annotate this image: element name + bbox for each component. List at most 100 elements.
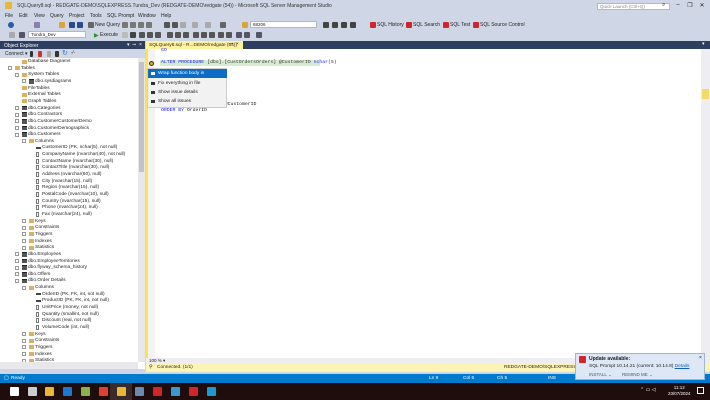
copy-icon[interactable]	[172, 22, 178, 28]
file-explorer-icon[interactable]	[45, 387, 54, 396]
quick-launch-input[interactable]: Quick Launch (Ctrl+Q)	[597, 3, 670, 10]
paste-icon[interactable]	[180, 22, 186, 28]
tree-scroll-thumb[interactable]	[139, 62, 144, 172]
menu-item-fix-everything[interactable]: Fix everything in file	[148, 79, 227, 88]
panel-options-icon[interactable]: ▾	[127, 42, 130, 48]
pin-icon[interactable]: ⊸	[132, 42, 136, 48]
menu-view[interactable]: View	[34, 13, 45, 19]
collapse-icon[interactable]	[15, 278, 19, 283]
uncomment-icon[interactable]	[209, 32, 215, 38]
menu-item-show-all-issues[interactable]: Show all issues	[148, 97, 227, 106]
execute-button[interactable]: Execute	[100, 32, 118, 38]
expand-icon[interactable]	[22, 245, 26, 250]
expand-icon[interactable]	[15, 106, 19, 111]
notification-close-icon[interactable]: ×	[699, 355, 702, 361]
tab-list-dropdown-icon[interactable]: ▾	[702, 41, 705, 47]
expand-icon[interactable]	[15, 126, 19, 130]
menu-window[interactable]: Window	[138, 13, 156, 19]
menu-project[interactable]: Project	[69, 13, 85, 19]
taskbar-clock[interactable]: 11:12 23/07/2024	[668, 385, 691, 397]
results-file-icon[interactable]	[193, 32, 199, 38]
tab-pin-icon[interactable]: ⊸	[229, 42, 233, 47]
expand-icon[interactable]	[22, 352, 26, 357]
tab-close-icon[interactable]: ×	[236, 42, 239, 47]
zoom-select[interactable]: 100 %	[149, 358, 162, 363]
specify-values-icon[interactable]	[236, 32, 242, 38]
expand-icon[interactable]	[22, 79, 26, 84]
sql-history-button[interactable]: SQL History	[377, 22, 404, 28]
sql-source-control-button[interactable]: SQL Source Control	[480, 22, 525, 28]
comment-icon[interactable]	[201, 32, 207, 38]
filter-icon[interactable]	[55, 51, 59, 57]
display-plan-icon[interactable]	[139, 32, 145, 38]
collapse-icon[interactable]	[15, 72, 19, 77]
indent-icon[interactable]	[226, 32, 232, 38]
options-icon[interactable]	[350, 22, 356, 28]
new-query-button[interactable]: New Query	[95, 22, 120, 28]
disconnect-icon[interactable]	[38, 51, 42, 57]
restore-button[interactable]: ❐	[685, 2, 695, 10]
expand-icon[interactable]	[22, 219, 26, 224]
expand-icon[interactable]	[22, 338, 26, 343]
wrench-icon[interactable]	[332, 22, 338, 28]
visual-studio-code-icon[interactable]	[63, 387, 72, 396]
new-project-icon[interactable]	[34, 22, 40, 28]
back-icon[interactable]	[8, 22, 14, 28]
open-file-icon[interactable]	[59, 22, 65, 28]
expand-icon[interactable]	[15, 272, 19, 277]
minimize-button[interactable]: –	[673, 2, 683, 10]
system-tray-icons[interactable]: ⌃ ▭ ◁	[640, 387, 656, 393]
cut-icon[interactable]	[164, 22, 170, 28]
solution-explorer-icon[interactable]	[220, 22, 226, 28]
menu-edit[interactable]: Edit	[19, 13, 28, 19]
undo-icon[interactable]	[192, 22, 198, 28]
new-query-icon[interactable]	[88, 22, 94, 28]
install-button[interactable]: INSTALL ⌄	[589, 372, 612, 378]
find-icon[interactable]	[242, 22, 248, 28]
close-button[interactable]: ✕	[697, 2, 707, 10]
expand-icon[interactable]	[22, 239, 26, 244]
collapse-icon[interactable]	[22, 285, 26, 290]
properties-icon[interactable]	[323, 22, 329, 28]
edge-icon[interactable]	[207, 387, 216, 396]
expand-icon[interactable]	[15, 265, 19, 270]
sql-editor[interactable]	[146, 49, 710, 358]
cancel-query-icon[interactable]	[122, 32, 128, 38]
ssms-icon[interactable]	[117, 387, 126, 396]
collapse-icon[interactable]	[22, 139, 26, 144]
remind-me-button[interactable]: REMIND ME ⌄	[622, 372, 653, 378]
menu-sql-prompt[interactable]: SQL Prompt	[107, 13, 134, 19]
more-tools-icon[interactable]	[256, 32, 262, 38]
query-mdx-icon[interactable]	[122, 22, 128, 28]
editor-vertical-scrollbar[interactable]	[701, 49, 710, 358]
remote-desktop-icon[interactable]	[171, 387, 180, 396]
query-xmla-icon[interactable]	[138, 22, 144, 28]
query-dmx-icon[interactable]	[130, 22, 136, 28]
lightbulb-icon[interactable]	[149, 61, 154, 66]
tree-horizontal-scrollbar[interactable]	[0, 362, 138, 369]
menu-query[interactable]: Query	[50, 13, 64, 19]
results-grid-icon[interactable]	[183, 32, 189, 38]
parse-icon[interactable]	[130, 32, 136, 38]
menu-help[interactable]: Help	[161, 13, 171, 19]
client-stats-icon[interactable]	[175, 32, 181, 38]
expand-icon[interactable]	[15, 119, 19, 124]
menu-item-wrap-begin-end[interactable]: Wrap function body in BEGIN/END	[148, 69, 227, 85]
toolbox-icon[interactable]	[341, 22, 347, 28]
menu-item-show-issue-details[interactable]: Show issue details	[148, 88, 227, 97]
expand-icon[interactable]	[15, 252, 19, 257]
refresh-icon[interactable]: ↻	[62, 49, 68, 57]
stop-icon[interactable]	[47, 51, 51, 57]
notifications-icon[interactable]	[697, 387, 704, 394]
sql-prompt-format-icon[interactable]	[244, 32, 250, 38]
query-das-icon[interactable]	[146, 22, 152, 28]
details-link[interactable]: Details	[675, 364, 690, 369]
chrome-icon[interactable]	[99, 387, 108, 396]
redo-icon[interactable]	[205, 22, 211, 28]
collapse-icon[interactable]	[15, 132, 19, 137]
sql-test-button[interactable]: SQL Test	[450, 22, 470, 28]
activity-monitor-icon[interactable]: -⁄-	[71, 50, 75, 56]
connect-dropdown[interactable]: Connect ▾	[5, 51, 28, 57]
outdent-icon[interactable]	[218, 32, 224, 38]
connect-icon[interactable]	[9, 32, 15, 38]
